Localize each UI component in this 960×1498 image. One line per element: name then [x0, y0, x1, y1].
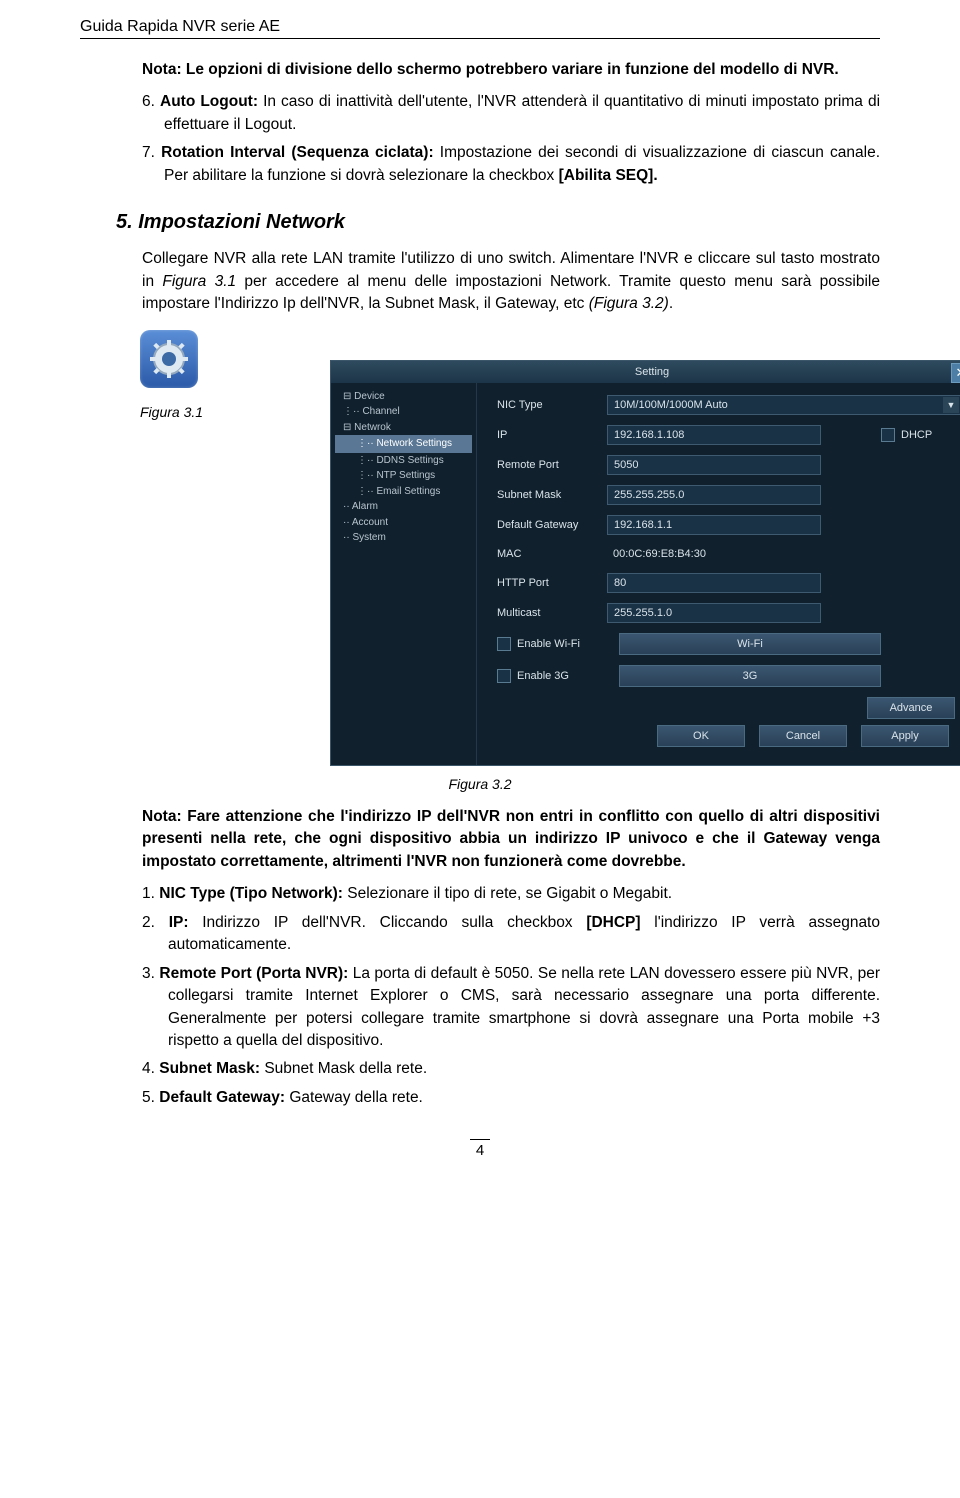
label-enable-3g: Enable 3G	[517, 670, 569, 682]
tree-network-settings[interactable]: ⋮·· Network Settings	[335, 435, 472, 453]
tree-ddns-settings[interactable]: ⋮·· DDNS Settings	[335, 453, 472, 469]
label-abilita-seq: [Abilita SEQ].	[559, 167, 658, 184]
tree-alarm[interactable]: ·· Alarm	[335, 499, 472, 515]
cancel-button[interactable]: Cancel	[759, 725, 847, 747]
label-multicast: Multicast	[497, 607, 607, 619]
input-http-port[interactable]: 80	[607, 573, 821, 593]
section-5-title: Impostazioni Network	[138, 211, 345, 233]
label-default-gateway: Default Gateway	[497, 519, 607, 531]
label-subnet-li: Subnet Mask:	[159, 1060, 260, 1077]
marker-7: 7.	[142, 144, 155, 161]
ok-button[interactable]: OK	[657, 725, 745, 747]
tree-network[interactable]: ⊟ Netwrok	[335, 420, 472, 436]
checkbox-dhcp[interactable]	[881, 428, 895, 442]
para1-b: per accedere al menu delle impostazioni …	[142, 273, 880, 312]
text-ip-a: Indirizzo IP dell'NVR. Cliccando sulla c…	[189, 914, 587, 931]
page-number: 4	[470, 1139, 490, 1159]
tree-device[interactable]: ⊟ Device	[335, 389, 472, 405]
section-5-num: 5.	[116, 211, 133, 233]
marker-4: 4.	[142, 1060, 155, 1077]
note-screen-split: Nota: Le opzioni di divisione dello sche…	[142, 59, 880, 81]
item-remote-port: 3. Remote Port (Porta NVR): La porta di …	[142, 963, 880, 1053]
label-remote-port: Remote Port	[497, 459, 607, 471]
item-default-gateway: 5. Default Gateway: Gateway della rete.	[142, 1087, 880, 1109]
label-mac: MAC	[497, 548, 607, 560]
note-ip-conflict: Nota: Fare attenzione che l'indirizzo IP…	[142, 806, 880, 873]
network-intro-paragraph: Collegare NVR alla rete LAN tramite l'ut…	[142, 248, 880, 315]
label-rotation: Rotation Interval (Sequenza ciclata):	[161, 144, 434, 161]
item-nic-type: 1. NIC Type (Tipo Network): Selezionare …	[142, 883, 880, 905]
settings-gear-icon	[140, 330, 198, 388]
settings-tree: ⊟ Device ⋮·· Channel ⊟ Netwrok ⋮·· Netwo…	[331, 383, 477, 765]
marker-5: 5.	[142, 1089, 155, 1106]
chevron-down-icon: ▼	[943, 397, 959, 413]
ref-fig-3-1: Figura 3.1	[162, 273, 236, 290]
text-nic: Selezionare il tipo di rete, se Gigabit …	[343, 885, 672, 902]
ref-fig-3-2: (Figura 3.2)	[589, 295, 669, 312]
label-nic: NIC Type (Tipo Network):	[159, 885, 343, 902]
tree-email-settings[interactable]: ⋮·· Email Settings	[335, 484, 472, 500]
figure-3-1-caption: Figura 3.1	[140, 404, 203, 420]
checkbox-enable-3g[interactable]	[497, 669, 511, 683]
tree-channel[interactable]: ⋮·· Channel	[335, 404, 472, 420]
network-params-list: 1. NIC Type (Tipo Network): Selezionare …	[142, 883, 880, 1109]
advance-button[interactable]: Advance	[867, 697, 955, 719]
label-dhcp-li: [DHCP]	[586, 914, 640, 931]
input-subnet-mask[interactable]: 255.255.255.0	[607, 485, 821, 505]
wifi-button[interactable]: Wi-Fi	[619, 633, 881, 655]
label-gateway-li: Default Gateway:	[159, 1089, 285, 1106]
input-remote-port[interactable]: 5050	[607, 455, 821, 475]
page-header: Guida Rapida NVR serie AE	[80, 18, 880, 36]
figure-3-2-caption: Figura 3.2	[80, 776, 880, 792]
marker-3: 3.	[142, 965, 155, 982]
label-remote-port-li: Remote Port (Porta NVR):	[159, 965, 348, 982]
settings-form: NIC Type 10M/100M/1000M Auto▼ IP 192.168…	[477, 383, 960, 765]
para1-c: .	[669, 295, 673, 312]
input-ip[interactable]: 192.168.1.108	[607, 425, 821, 445]
text-auto-logout: In caso di inattività dell'utente, l'NVR…	[164, 93, 880, 132]
item-auto-logout: 6. Auto Logout: In caso di inattività de…	[142, 91, 880, 136]
section-5-heading: 5. Impostazioni Network	[116, 211, 880, 234]
label-ip-li: IP:	[169, 914, 189, 931]
tree-system[interactable]: ·· System	[335, 530, 472, 546]
options-continued-list: 6. Auto Logout: In caso di inattività de…	[142, 91, 880, 187]
apply-button[interactable]: Apply	[861, 725, 949, 747]
label-subnet-mask: Subnet Mask	[497, 489, 607, 501]
value-mac: 00:0C:69:E8:B4:30	[607, 545, 819, 563]
item-rotation-interval: 7. Rotation Interval (Sequenza ciclata):…	[142, 142, 880, 187]
settings-titlebar: Setting ✕	[331, 361, 960, 383]
label-auto-logout: Auto Logout:	[160, 93, 258, 110]
text-gateway: Gateway della rete.	[285, 1089, 423, 1106]
label-nic-type: NIC Type	[497, 399, 607, 411]
settings-window: Setting ✕ ⊟ Device ⋮·· Channel ⊟ Netwrok…	[330, 360, 960, 766]
input-default-gateway[interactable]: 192.168.1.1	[607, 515, 821, 535]
label-http-port: HTTP Port	[497, 577, 607, 589]
tree-ntp-settings[interactable]: ⋮·· NTP Settings	[335, 468, 472, 484]
checkbox-enable-wifi[interactable]	[497, 637, 511, 651]
tree-account[interactable]: ·· Account	[335, 515, 472, 531]
item-ip: 2. IP: Indirizzo IP dell'NVR. Cliccando …	[142, 912, 880, 957]
marker-6: 6.	[142, 93, 155, 110]
input-multicast[interactable]: 255.255.1.0	[607, 603, 821, 623]
marker-1: 1.	[142, 885, 155, 902]
close-icon[interactable]: ✕	[951, 363, 960, 383]
select-nic-type[interactable]: 10M/100M/1000M Auto▼	[607, 395, 960, 415]
text-subnet: Subnet Mask della rete.	[260, 1060, 427, 1077]
label-ip: IP	[497, 429, 607, 441]
item-subnet-mask: 4. Subnet Mask: Subnet Mask della rete.	[142, 1058, 880, 1080]
label-dhcp: DHCP	[901, 429, 932, 441]
label-enable-wifi: Enable Wi-Fi	[517, 638, 580, 650]
3g-button[interactable]: 3G	[619, 665, 881, 687]
marker-2: 2.	[142, 914, 155, 931]
header-rule	[80, 38, 880, 39]
settings-title: Setting	[635, 366, 669, 378]
